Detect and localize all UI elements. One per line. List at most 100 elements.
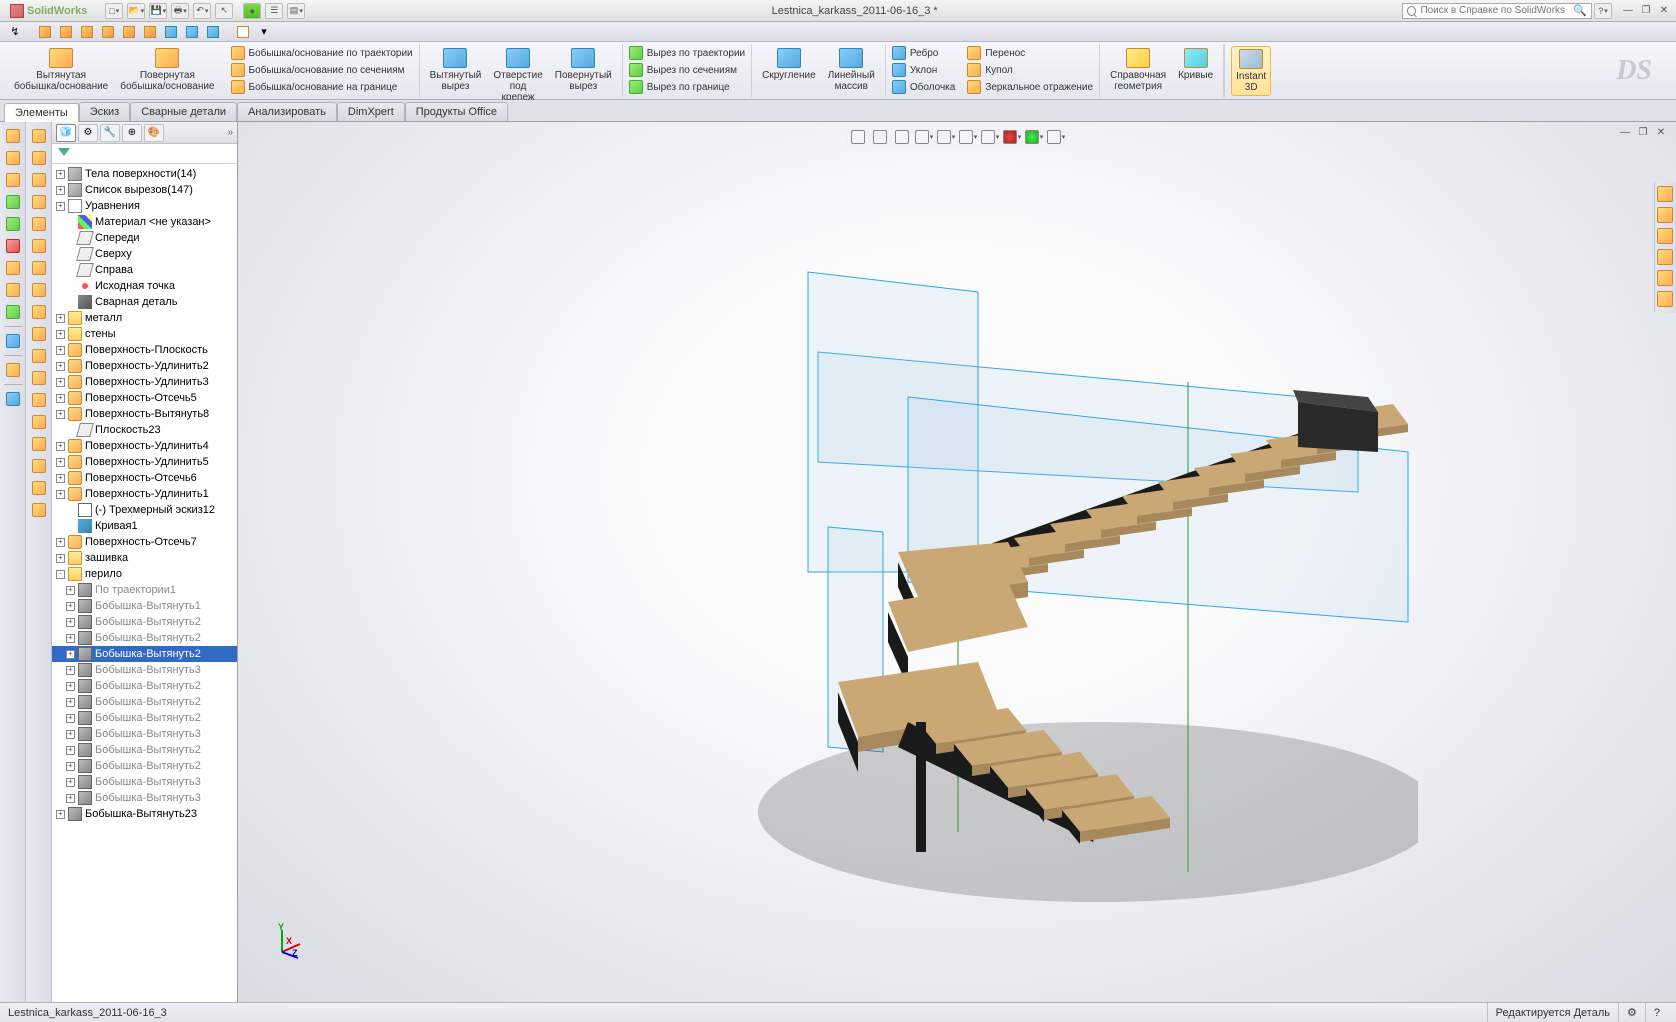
cmd-shell[interactable]: Оболочка [890,79,958,95]
vtb2-btn[interactable] [29,280,49,300]
cmd-loft-cut[interactable]: Вырез по сечениям [627,62,747,78]
vtb1-btn[interactable] [3,302,23,322]
cmd-mirror[interactable]: Зеркальное отражение [965,79,1095,95]
vtb1-btn[interactable] [3,236,23,256]
view-section[interactable] [914,128,934,146]
vtb2-btn[interactable] [29,346,49,366]
cmd-revolve-boss[interactable]: Повернутая бобышка/основание [116,46,218,94]
status-unit[interactable]: ? [1645,1003,1668,1022]
ts-cube-8[interactable] [183,24,201,40]
ts-cube-3[interactable] [78,24,96,40]
tree-node[interactable]: +Бобышка-Вытянуть2 [52,694,237,710]
cmd-ref-geometry[interactable]: Справочная геометрия [1106,46,1170,94]
doc-min[interactable]: — [1618,126,1632,138]
tree-tab-feature[interactable]: 🧊 [56,124,76,142]
taskpane-appear[interactable] [1657,270,1675,288]
qa-options[interactable]: ☰ [265,3,283,19]
view-prev[interactable] [892,128,912,146]
tree-node[interactable]: +Поверхность-Отсечь6 [52,470,237,486]
tab-sketch[interactable]: Эскиз [79,102,130,121]
cmd-loft-boss[interactable]: Бобышка/основание по сечениям [229,62,415,78]
tree-node[interactable]: +Уравнения [52,198,237,214]
cmd-revolve-cut[interactable]: Повернутый вырез [551,46,616,105]
ts-cube-4[interactable] [99,24,117,40]
cmd-curves[interactable]: Кривые [1174,46,1217,94]
close-button[interactable]: ✕ [1656,4,1672,18]
view-hide[interactable] [980,128,1000,146]
taskpane-custom[interactable] [1657,291,1675,309]
tab-features[interactable]: Элементы [4,103,79,122]
tree-node[interactable]: +Поверхность-Удлинить4 [52,438,237,454]
cmd-rib[interactable]: Ребро [890,45,958,61]
search-go-icon[interactable]: 🔍 [1573,4,1587,17]
view-zoom-fit[interactable] [848,128,868,146]
vtb2-btn[interactable] [29,236,49,256]
vtb2-btn[interactable] [29,148,49,168]
qa-more[interactable]: ▤ [287,3,305,19]
tree-node[interactable]: +Поверхность-Удлинить1 [52,486,237,502]
tree-tab-property[interactable]: ⚙ [78,124,98,142]
help-search[interactable]: 🔍 [1402,3,1592,19]
tree-node[interactable]: +Бобышка-Вытянуть3 [52,726,237,742]
ts-cube-5[interactable] [120,24,138,40]
tree-tab-overflow[interactable]: » [227,127,233,138]
help-button[interactable]: ? [1594,3,1612,19]
status-custom[interactable]: ⚙ [1618,1003,1645,1022]
tree-node[interactable]: Кривая1 [52,518,237,534]
vtb2-btn[interactable] [29,214,49,234]
tree-node[interactable]: +По траектории1 [52,582,237,598]
view-display[interactable] [958,128,978,146]
tree-node[interactable]: +Поверхность-Удлинить3 [52,374,237,390]
tree-node[interactable]: +Поверхность-Вытянуть8 [52,406,237,422]
view-appearance[interactable] [1002,128,1022,146]
ts-cube-9[interactable] [204,24,222,40]
vtb1-btn[interactable] [3,331,23,351]
taskpane-lib[interactable] [1657,207,1675,225]
vtb1-btn[interactable] [3,126,23,146]
vtb1-btn[interactable] [3,214,23,234]
tree-node[interactable]: +Поверхность-Отсечь7 [52,534,237,550]
tab-dimxpert[interactable]: DimXpert [337,102,405,121]
tree-node[interactable]: -перило [52,566,237,582]
minimize-button[interactable]: — [1620,4,1636,18]
tree-node[interactable]: Сварная деталь [52,294,237,310]
view-settings[interactable] [1046,128,1066,146]
tree-node[interactable]: +Бобышка-Вытянуть2 [52,678,237,694]
vtb1-btn[interactable] [3,192,23,212]
view-zoom-area[interactable] [870,128,890,146]
cmd-linear-pattern[interactable]: Линейный массив [824,46,879,94]
vtb2-btn[interactable] [29,478,49,498]
cmd-hole-wizard[interactable]: Отверстие под крепеж [489,46,546,105]
taskpane-explorer[interactable] [1657,228,1675,246]
view-orient[interactable] [936,128,956,146]
tree-filter[interactable] [52,144,237,164]
ts-more[interactable]: ▾ [255,24,273,40]
ts-cube-1[interactable] [36,24,54,40]
tree-node[interactable]: Справа [52,262,237,278]
viewport[interactable]: — ❐ ✕ [238,122,1676,1002]
tree-node[interactable]: +зашивка [52,550,237,566]
taskpane-home[interactable] [1657,186,1675,204]
tab-evaluate[interactable]: Анализировать [237,102,337,121]
tab-weldments[interactable]: Сварные детали [130,102,237,121]
qa-undo[interactable]: ↶ [193,3,211,19]
tree-node[interactable]: Спереди [52,230,237,246]
search-input[interactable] [1420,5,1569,16]
cmd-extrude-boss[interactable]: Вытянутая бобышка/основание [10,46,112,94]
vtb2-btn[interactable] [29,192,49,212]
tree-node[interactable]: (-) Трехмерный эскиз12 [52,502,237,518]
tree-node[interactable]: +Бобышка-Вытянуть23 [52,806,237,822]
tree-tab-display[interactable]: 🎨 [144,124,164,142]
vtb1-btn[interactable] [3,280,23,300]
qa-open[interactable]: 📂 [127,3,145,19]
tree-node[interactable]: +Бобышка-Вытянуть2 [52,630,237,646]
tree-node[interactable]: +Бобышка-Вытянуть2 [52,646,237,662]
doc-close[interactable]: ✕ [1654,126,1668,138]
cmd-instant-3d[interactable]: Instant 3D [1231,46,1271,96]
feature-tree[interactable]: +Тела поверхности(14)+Список вырезов(147… [52,164,237,1002]
vtb2-btn[interactable] [29,126,49,146]
tree-node[interactable]: +Поверхность-Отсечь5 [52,390,237,406]
ts-cube-7[interactable] [162,24,180,40]
vtb2-btn[interactable] [29,456,49,476]
tree-node[interactable]: +металл [52,310,237,326]
